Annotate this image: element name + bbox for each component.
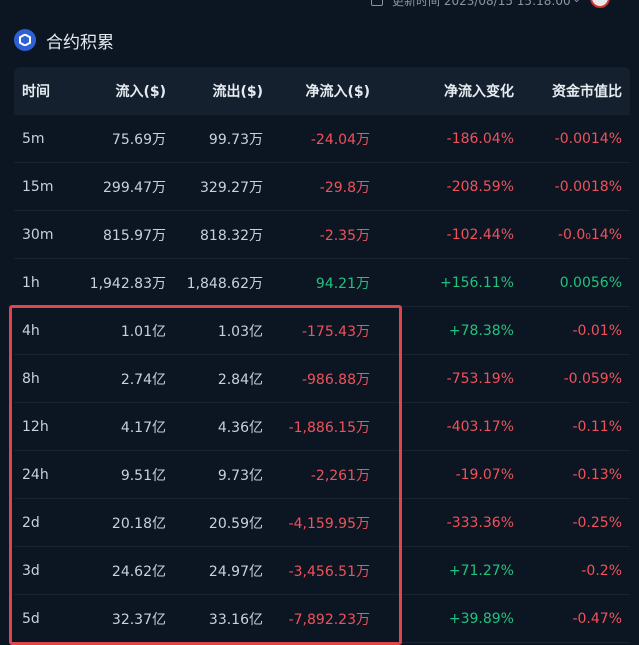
cell-net-change: +156.11% xyxy=(439,274,514,291)
column-header-net-change[interactable]: 净流入变化 xyxy=(370,81,514,101)
table-row[interactable]: 24h 9.51亿 9.73亿 -2,261万 -19.07% -0.13% xyxy=(14,451,630,499)
cell-time: 4h xyxy=(22,322,40,339)
cell-net-inflow: -29.8万 xyxy=(319,179,370,196)
column-header-inflow[interactable]: 流入($) xyxy=(74,81,166,101)
cell-inflow: 20.18亿 xyxy=(111,515,166,532)
hexagon-logo-icon xyxy=(14,29,36,51)
cell-net-change: -186.04% xyxy=(446,130,514,147)
cell-time: 24h xyxy=(22,466,49,483)
table-row[interactable]: 30m 815.97万 818.32万 -2.35万 -102.44% -0.0₀14% xyxy=(14,211,630,259)
cell-net-inflow: -4,159.95万 xyxy=(288,515,370,532)
cell-net-inflow: -7,892.23万 xyxy=(288,611,370,628)
cell-net-inflow: -1,886.15万 xyxy=(288,419,370,436)
cell-market-cap-ratio: -0.25% xyxy=(572,514,622,531)
cell-inflow: 815.97万 xyxy=(103,227,166,244)
cell-market-cap-ratio: -0.01% xyxy=(572,322,622,339)
cell-net-change: -208.59% xyxy=(446,178,514,195)
table-row[interactable]: 2d 20.18亿 20.59亿 -4,159.95万 -333.36% -0.25% xyxy=(14,499,630,547)
table-row[interactable]: 5d 32.37亿 33.16亿 -7,892.23万 +39.89% -0.47% xyxy=(14,595,630,643)
cell-outflow: 1,848.62万 xyxy=(186,275,263,292)
cell-time: 12h xyxy=(22,418,49,435)
cell-net-inflow: 94.21万 xyxy=(315,275,370,292)
cell-outflow: 20.59亿 xyxy=(208,515,263,532)
cell-net-change: -19.07% xyxy=(455,466,514,483)
table-row[interactable]: 1h 1,942.83万 1,848.62万 94.21万 +156.11% 0.0056… xyxy=(14,259,630,307)
table-row[interactable]: 3d 24.62亿 24.97亿 -3,456.51万 +71.27% -0.2% xyxy=(14,547,630,595)
top-bar: 更新时间 2023/08/15 15:18:00 ⌄ xyxy=(0,0,639,12)
cell-inflow: 1.01亿 xyxy=(120,323,166,340)
cell-inflow: 75.69万 xyxy=(111,131,166,148)
column-header-market-cap-ratio[interactable]: 资金市值比 xyxy=(514,81,622,101)
cell-net-inflow: -3,456.51万 xyxy=(288,563,370,580)
update-time-text: 更新时间 2023/08/15 15:18:00 xyxy=(392,0,571,8)
cell-time: 1h xyxy=(22,274,40,291)
cell-outflow: 2.84亿 xyxy=(217,371,263,388)
cell-market-cap-ratio: -0.0018% xyxy=(554,178,622,195)
table-row[interactable]: 12h 4.17亿 4.36亿 -1,886.15万 -403.17% -0.11% xyxy=(14,403,630,451)
cell-outflow: 4.36亿 xyxy=(217,419,263,436)
cell-net-change: -403.17% xyxy=(446,418,514,435)
cell-inflow: 9.51亿 xyxy=(120,467,166,484)
cell-time: 5d xyxy=(22,610,40,627)
cell-time: 2d xyxy=(22,514,40,531)
cell-net-change: +39.89% xyxy=(448,610,514,627)
table-row[interactable]: 8h 2.74亿 2.84亿 -986.88万 -753.19% -0.059% xyxy=(14,355,630,403)
cell-net-change: +71.27% xyxy=(448,562,514,579)
cell-net-inflow: -2.35万 xyxy=(319,227,370,244)
fund-flow-table: 时间 流入($) 流出($) 净流入($) 净流入变化 资金市值比 5m 75.6… xyxy=(14,67,630,643)
cell-inflow: 299.47万 xyxy=(103,179,166,196)
cell-outflow: 24.97亿 xyxy=(208,563,263,580)
cell-outflow: 1.03亿 xyxy=(217,323,263,340)
cell-inflow: 32.37亿 xyxy=(111,611,166,628)
cell-inflow: 4.17亿 xyxy=(120,419,166,436)
cell-net-inflow: -175.43万 xyxy=(301,323,370,340)
cell-outflow: 818.32万 xyxy=(200,227,263,244)
cell-net-inflow: -24.04万 xyxy=(310,131,370,148)
cell-market-cap-ratio: -0.47% xyxy=(572,610,622,627)
cell-net-change: -333.36% xyxy=(446,514,514,531)
cell-market-cap-ratio: -0.2% xyxy=(581,562,622,579)
avatar[interactable] xyxy=(590,0,610,8)
cell-market-cap-ratio: -0.059% xyxy=(563,370,622,387)
column-header-time[interactable]: 时间 xyxy=(14,81,74,101)
table-body: 5m 75.69万 99.73万 -24.04万 -186.04% -0.0014% 15m… xyxy=(14,115,630,643)
cell-net-inflow: -986.88万 xyxy=(301,371,370,388)
cell-inflow: 1,942.83万 xyxy=(89,275,166,292)
cell-outflow: 33.16亿 xyxy=(208,611,263,628)
cell-outflow: 329.27万 xyxy=(200,179,263,196)
document-icon[interactable] xyxy=(371,0,383,6)
cell-net-change: -102.44% xyxy=(446,226,514,243)
cell-outflow: 9.73亿 xyxy=(217,467,263,484)
section-title: 合约积累 xyxy=(46,32,114,53)
cell-market-cap-ratio: 0.0056% xyxy=(559,274,622,291)
cell-time: 30m xyxy=(22,226,54,243)
cell-net-inflow: -2,261万 xyxy=(310,467,370,484)
column-header-outflow[interactable]: 流出($) xyxy=(166,81,263,101)
cell-time: 5m xyxy=(22,130,45,147)
cell-inflow: 24.62亿 xyxy=(111,563,166,580)
cell-outflow: 99.73万 xyxy=(208,131,263,148)
section-header: 合约积累 xyxy=(14,28,114,53)
column-header-net-inflow[interactable]: 净流入($) xyxy=(263,81,370,101)
cell-inflow: 2.74亿 xyxy=(120,371,166,388)
cell-time: 8h xyxy=(22,370,40,387)
cell-market-cap-ratio: -0.11% xyxy=(572,418,622,435)
cell-time: 15m xyxy=(22,178,54,195)
cell-net-change: +78.38% xyxy=(448,322,514,339)
cell-net-change: -753.19% xyxy=(446,370,514,387)
table-row[interactable]: 4h 1.01亿 1.03亿 -175.43万 +78.38% -0.01% xyxy=(14,307,630,355)
cell-market-cap-ratio: -0.0₀14% xyxy=(557,226,622,243)
table-row[interactable]: 5m 75.69万 99.73万 -24.04万 -186.04% -0.0014% xyxy=(14,115,630,163)
cell-market-cap-ratio: -0.13% xyxy=(572,466,622,483)
cell-time: 3d xyxy=(22,562,40,579)
table-row[interactable]: 15m 299.47万 329.27万 -29.8万 -208.59% -0.0018% xyxy=(14,163,630,211)
cell-market-cap-ratio: -0.0014% xyxy=(554,130,622,147)
chevron-down-icon[interactable]: ⌄ xyxy=(572,0,581,5)
table-header: 时间 流入($) 流出($) 净流入($) 净流入变化 资金市值比 xyxy=(14,67,630,115)
